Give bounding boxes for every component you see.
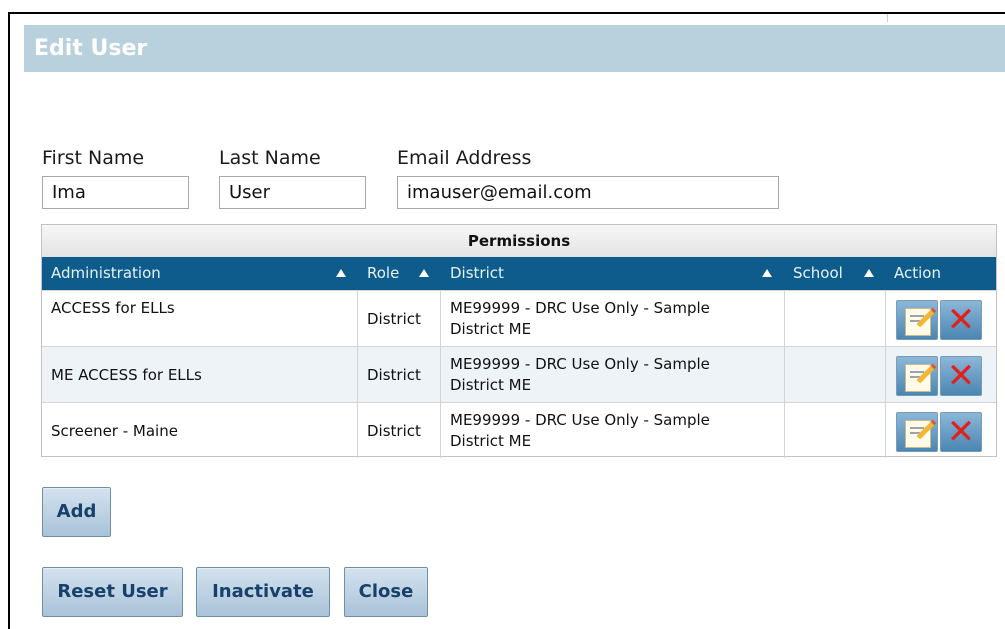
role-cell: District: [358, 347, 441, 402]
table-row: Screener - Maine District ME99999 - DRC …: [42, 402, 996, 458]
email-input[interactable]: [397, 176, 779, 209]
delete-icon[interactable]: ✕: [940, 412, 982, 452]
add-button[interactable]: Add: [42, 487, 111, 537]
column-header-school[interactable]: School: [793, 257, 843, 290]
district-value-line1: ME99999 - DRC Use Only - Sample: [450, 299, 710, 317]
edit-icon[interactable]: [896, 300, 938, 340]
delete-icon[interactable]: ✕: [940, 300, 982, 340]
close-button[interactable]: Close: [344, 567, 428, 617]
administration-cell: ME ACCESS for ELLs: [42, 347, 358, 402]
district-value-line2: District ME: [450, 376, 532, 394]
last-name-input[interactable]: [219, 176, 366, 209]
administration-cell: Screener - Maine: [42, 403, 358, 458]
district-cell: ME99999 - DRC Use Only - Sample District…: [441, 291, 785, 346]
last-name-label: Last Name: [219, 147, 321, 169]
reset-user-button[interactable]: Reset User: [42, 567, 183, 617]
school-cell: [785, 347, 886, 402]
column-header-administration[interactable]: Administration: [51, 257, 161, 290]
column-header-district[interactable]: District: [450, 257, 504, 290]
district-value-line2: District ME: [450, 432, 532, 450]
email-label: Email Address: [397, 147, 532, 169]
role-cell: District: [358, 403, 441, 458]
column-header-role[interactable]: Role: [367, 257, 399, 290]
administration-cell: ACCESS for ELLs: [42, 291, 358, 346]
table-header: Administration Role District School Acti…: [42, 257, 996, 290]
role-cell: District: [358, 291, 441, 346]
administration-value: ACCESS for ELLs: [51, 299, 175, 317]
column-header-action: Action: [894, 264, 941, 282]
role-value: District: [367, 366, 421, 384]
sort-ascending-icon[interactable]: [419, 269, 429, 277]
action-cell: ✕: [886, 291, 996, 346]
inactivate-button[interactable]: Inactivate: [196, 567, 330, 617]
delete-icon[interactable]: ✕: [940, 356, 982, 396]
district-value-line2: District ME: [450, 320, 532, 338]
sort-ascending-icon[interactable]: [336, 269, 346, 277]
district-cell: ME99999 - DRC Use Only - Sample District…: [441, 403, 785, 458]
administration-value: Screener - Maine: [51, 422, 178, 440]
sort-ascending-icon[interactable]: [762, 269, 772, 277]
district-cell: ME99999 - DRC Use Only - Sample District…: [441, 347, 785, 402]
window-divider: [887, 14, 888, 22]
table-row: ACCESS for ELLs District ME99999 - DRC U…: [42, 290, 996, 346]
action-cell: ✕: [886, 347, 996, 402]
administration-value: ME ACCESS for ELLs: [51, 366, 202, 384]
district-value-line1: ME99999 - DRC Use Only - Sample: [450, 355, 710, 373]
edit-icon[interactable]: [896, 356, 938, 396]
school-cell: [785, 403, 886, 458]
window-border-left: [8, 12, 10, 629]
role-value: District: [367, 422, 421, 440]
window-border-top: [8, 12, 1005, 14]
permissions-table: Permissions Administration Role District…: [41, 224, 997, 458]
role-value: District: [367, 310, 421, 328]
action-cell: ✕: [886, 403, 996, 458]
first-name-input[interactable]: [42, 176, 189, 209]
school-cell: [785, 291, 886, 346]
district-value-line1: ME99999 - DRC Use Only - Sample: [450, 411, 710, 429]
sort-ascending-icon[interactable]: [864, 269, 874, 277]
dialog-title: Edit User: [34, 36, 148, 61]
table-row: ME ACCESS for ELLs District ME99999 - DR…: [42, 346, 996, 402]
first-name-label: First Name: [42, 147, 145, 169]
dialog-header: Edit User: [24, 25, 1005, 72]
edit-icon[interactable]: [896, 412, 938, 452]
permissions-caption: Permissions: [42, 225, 996, 257]
